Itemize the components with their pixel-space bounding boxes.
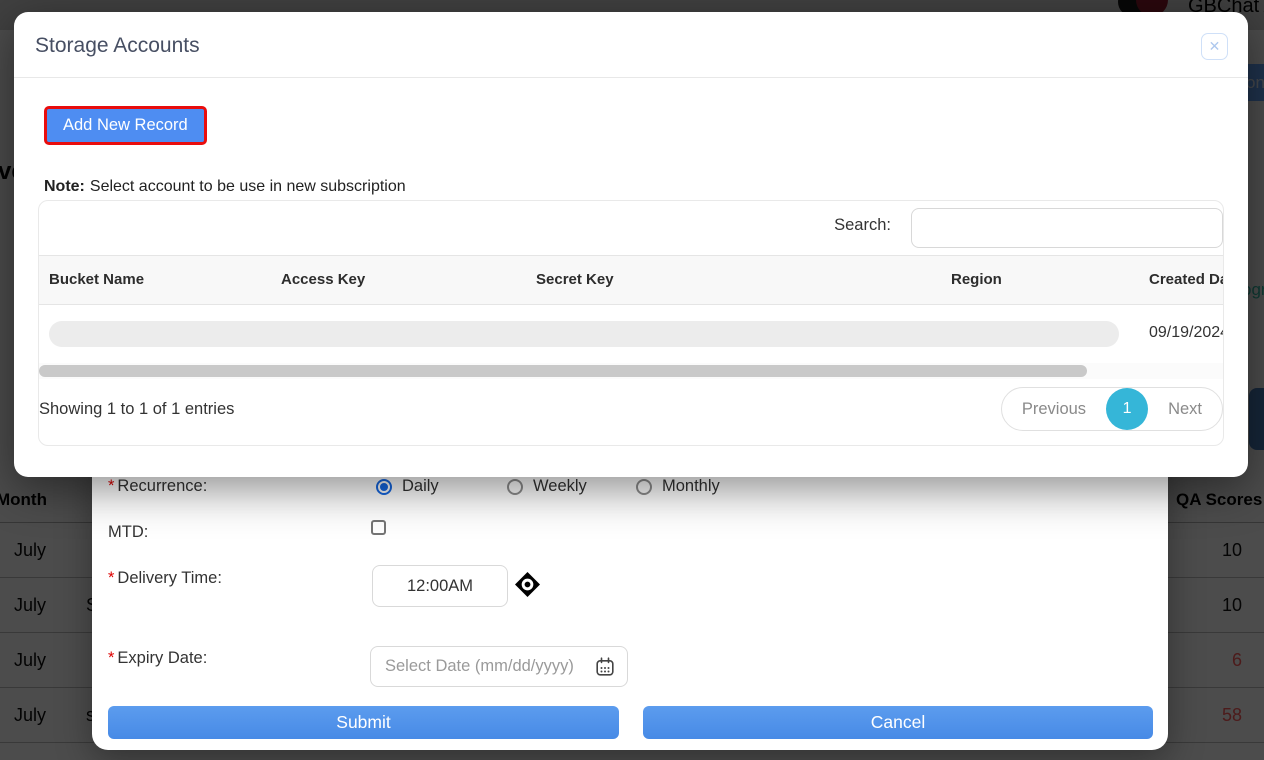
previous-page-button[interactable]: Previous: [1002, 400, 1106, 419]
column-header-region[interactable]: Region: [951, 271, 1002, 288]
next-page-button[interactable]: Next: [1148, 400, 1222, 419]
cancel-button[interactable]: Cancel: [643, 706, 1153, 739]
horizontal-scrollbar-track: [39, 363, 1223, 379]
expiry-date-label: *Expiry Date:: [108, 649, 207, 668]
pagination: Previous 1 Next: [1001, 387, 1223, 431]
note-label: Note:: [44, 178, 85, 195]
grid-footer: Showing 1 to 1 of 1 entries Previous 1 N…: [39, 379, 1223, 443]
redacted-account-data: [49, 321, 1119, 347]
time-picker-target-icon[interactable]: [515, 572, 540, 597]
required-asterisk: *: [108, 477, 114, 495]
radio-monthly-label[interactable]: Monthly: [662, 477, 720, 496]
column-header-access-key[interactable]: Access Key: [281, 271, 365, 288]
radio-monthly[interactable]: [636, 479, 652, 495]
recurrence-label: *Recurrence:: [108, 477, 207, 496]
accounts-grid: Search: Bucket Name Access Key Secret Ke…: [38, 200, 1224, 446]
required-asterisk: *: [108, 569, 114, 587]
search-row: Search:: [39, 201, 1223, 255]
expiry-date-input[interactable]: [371, 657, 595, 676]
delivery-time-input[interactable]: [372, 565, 508, 607]
close-icon[interactable]: ✕: [1201, 33, 1228, 60]
created-date-cell: 09/19/2024: [1149, 324, 1224, 342]
radio-weekly-label[interactable]: Weekly: [533, 477, 587, 496]
modal-title: Storage Accounts: [35, 34, 200, 58]
required-asterisk: *: [108, 649, 114, 667]
storage-accounts-modal: Storage Accounts ✕ Add New Record Note:S…: [14, 12, 1248, 477]
column-header-secret-key[interactable]: Secret Key: [536, 271, 614, 288]
grid-header-row: Bucket Name Access Key Secret Key Region…: [39, 255, 1223, 305]
column-header-bucket-name[interactable]: Bucket Name: [49, 271, 144, 288]
radio-weekly[interactable]: [507, 479, 523, 495]
search-label: Search:: [834, 216, 891, 235]
horizontal-scrollbar-thumb[interactable]: [39, 365, 1087, 377]
subscription-form-modal: *Recurrence: Daily Weekly Monthly MTD: *…: [92, 440, 1168, 750]
expiry-date-field[interactable]: [370, 646, 628, 687]
current-page-button[interactable]: 1: [1106, 388, 1148, 430]
radio-daily[interactable]: [376, 479, 392, 495]
submit-button[interactable]: Submit: [108, 706, 619, 739]
modal-header: Storage Accounts ✕: [14, 12, 1248, 78]
account-row[interactable]: 09/19/2024: [39, 305, 1223, 363]
calendar-icon[interactable]: [595, 657, 615, 677]
add-new-record-button[interactable]: Add New Record: [44, 106, 207, 145]
entries-status: Showing 1 to 1 of 1 entries: [39, 400, 234, 419]
mtd-label: MTD:: [108, 523, 148, 542]
search-input[interactable]: [911, 208, 1223, 248]
radio-daily-label[interactable]: Daily: [402, 477, 439, 496]
mtd-checkbox[interactable]: [371, 520, 386, 535]
note-text: Note:Select account to be use in new sub…: [44, 178, 406, 196]
column-header-created-date[interactable]: Created Date: [1149, 271, 1224, 288]
delivery-time-label: *Delivery Time:: [108, 569, 222, 588]
